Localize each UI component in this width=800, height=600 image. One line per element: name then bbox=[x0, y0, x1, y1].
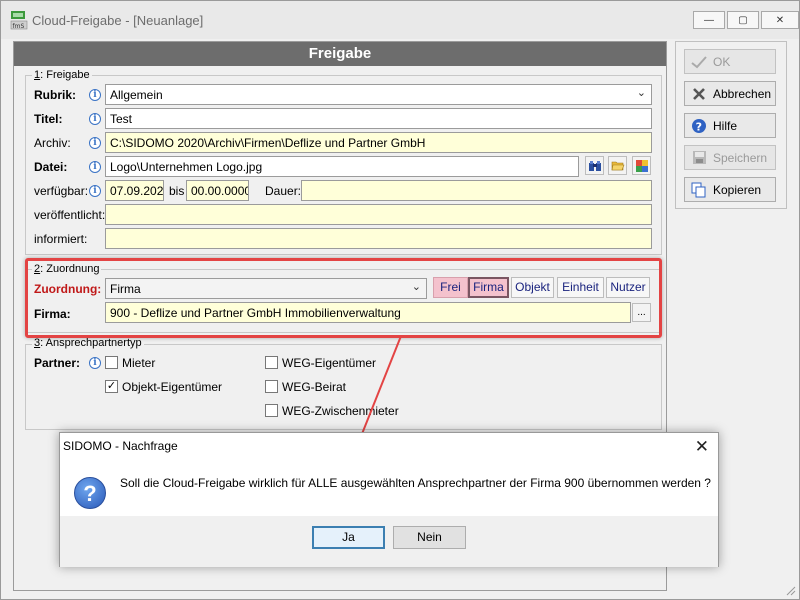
close-button[interactable]: ✕ bbox=[761, 11, 799, 29]
copy-icon bbox=[690, 181, 708, 199]
speichern-button[interactable]: Speichern bbox=[684, 145, 776, 170]
speichern-label: Speichern bbox=[713, 150, 768, 165]
no-button[interactable]: Nein bbox=[393, 526, 466, 549]
kopieren-button[interactable]: Kopieren bbox=[684, 177, 776, 202]
ok-label: OK bbox=[713, 54, 731, 69]
abbrechen-button[interactable]: Abbrechen bbox=[684, 81, 776, 106]
dialog-title-bar: SIDOMO - Nachfrage ✕ bbox=[60, 433, 718, 461]
dialog-close-icon[interactable]: ✕ bbox=[695, 437, 709, 457]
main-window: fmS Cloud-Freigabe - [Neuanlage] — ▢ ✕ F… bbox=[0, 0, 800, 600]
weg-zwischenmieter-checkbox[interactable] bbox=[265, 404, 278, 417]
confirm-dialog: SIDOMO - Nachfrage ✕ ? Soll die Cloud-Fr… bbox=[59, 432, 719, 567]
titel-info-icon[interactable]: i bbox=[89, 113, 101, 125]
titel-label: Titel: bbox=[34, 112, 63, 126]
dauer-label: Dauer: bbox=[265, 184, 302, 198]
archiv-label: Archiv: bbox=[34, 136, 71, 150]
partner-info-icon[interactable]: i bbox=[89, 357, 101, 369]
objekt-eigentuemer-checkbox[interactable]: ✓ bbox=[105, 380, 118, 393]
verfuegbar-from-input[interactable]: 07.09.2020 bbox=[105, 180, 164, 201]
verfuegbar-to-input[interactable]: 00.00.0000 bbox=[186, 180, 249, 201]
rubrik-select[interactable]: Allgemein ⌄ bbox=[105, 84, 652, 105]
svg-text:fmS: fmS bbox=[13, 23, 25, 30]
datei-info-icon[interactable]: i bbox=[89, 161, 101, 173]
save-icon bbox=[690, 149, 708, 167]
archiv-info-icon[interactable]: i bbox=[89, 137, 101, 149]
informiert-field[interactable] bbox=[105, 228, 652, 249]
binoculars-icon[interactable] bbox=[585, 156, 604, 175]
svg-text:?: ? bbox=[696, 120, 702, 133]
zuordnung-highlight-annotation bbox=[25, 258, 662, 338]
bis-label: bis bbox=[169, 184, 185, 198]
check-icon bbox=[690, 53, 708, 71]
rubrik-info-icon[interactable]: i bbox=[89, 89, 101, 101]
verfuegbar-info-icon[interactable]: i bbox=[89, 185, 101, 197]
weg-beirat-checkbox[interactable] bbox=[265, 380, 278, 393]
rubrik-label: Rubrik: bbox=[34, 88, 76, 102]
rubrik-value: Allgemein bbox=[110, 88, 163, 102]
dauer-input[interactable] bbox=[301, 180, 652, 201]
objekt-eigentuemer-label: Objekt-Eigentümer bbox=[122, 380, 223, 394]
hilfe-label: Hilfe bbox=[713, 118, 738, 133]
kopieren-label: Kopieren bbox=[713, 182, 762, 197]
panel-header: Freigabe bbox=[14, 42, 666, 66]
title-bar: fmS Cloud-Freigabe - [Neuanlage] — ▢ ✕ bbox=[1, 1, 799, 39]
window-title: Cloud-Freigabe - [Neuanlage] bbox=[32, 13, 204, 28]
ok-button[interactable]: OK bbox=[684, 49, 776, 74]
question-icon: ? bbox=[74, 477, 106, 509]
dialog-title: SIDOMO - Nachfrage bbox=[63, 439, 178, 453]
section-freigabe-title: 1: Freigabe bbox=[32, 69, 92, 81]
cancel-icon bbox=[690, 85, 708, 103]
dialog-message: Soll die Cloud-Freigabe wirklich für ALL… bbox=[120, 476, 711, 490]
titel-input[interactable]: Test bbox=[105, 108, 652, 129]
datei-input[interactable]: Logo\Unternehmen Logo.jpg bbox=[105, 156, 579, 177]
maximize-button[interactable]: ▢ bbox=[727, 11, 759, 29]
folder-open-icon[interactable] bbox=[608, 156, 627, 175]
help-icon: ? bbox=[690, 117, 708, 135]
chevron-down-icon: ⌄ bbox=[636, 87, 646, 99]
informiert-label: informiert: bbox=[34, 232, 88, 246]
mieter-label: Mieter bbox=[122, 356, 156, 370]
resize-grip-icon[interactable] bbox=[784, 584, 796, 596]
dialog-footer: Ja Nein bbox=[60, 516, 718, 567]
weg-beirat-label: WEG-Beirat bbox=[282, 380, 347, 394]
hilfe-button[interactable]: ? Hilfe bbox=[684, 113, 776, 138]
datei-label: Datei: bbox=[34, 160, 68, 174]
partner-label: Partner: bbox=[34, 356, 81, 370]
section-ansprechpartnertyp-title: 3: Ansprechpartnertyp bbox=[32, 337, 144, 349]
mieter-checkbox[interactable] bbox=[105, 356, 118, 369]
veroeffentlicht-label: veröffentlicht: bbox=[34, 208, 106, 222]
veroeffentlicht-field[interactable] bbox=[105, 204, 652, 225]
verfuegbar-label: verfügbar: bbox=[34, 184, 89, 198]
weg-eigentuemer-checkbox[interactable] bbox=[265, 356, 278, 369]
minimize-button[interactable]: — bbox=[693, 11, 725, 29]
yes-button[interactable]: Ja bbox=[312, 526, 385, 549]
archiv-field[interactable]: C:\SIDOMO 2020\Archiv\Firmen\Deflize und… bbox=[105, 132, 652, 153]
abbrechen-label: Abbrechen bbox=[713, 86, 772, 101]
file-color-icon[interactable] bbox=[632, 156, 651, 175]
app-icon: fmS bbox=[10, 11, 28, 30]
